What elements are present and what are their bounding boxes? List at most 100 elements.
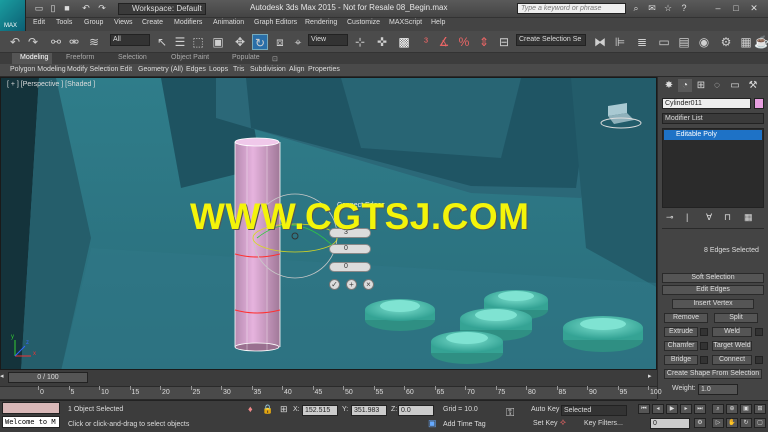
tab-selection[interactable]: Selection [118,54,147,61]
time-slider-track[interactable] [0,370,657,386]
material-editor-icon[interactable]: ◉ [696,34,712,50]
ribbon-polygon-modeling[interactable]: Polygon Modeling [10,66,66,73]
window-crossing-icon[interactable]: ▣ [210,34,226,50]
connect-button[interactable]: Connect [712,355,752,365]
tab-populate[interactable]: Populate [232,54,260,61]
caddy-pinch-field[interactable]: 0 [329,244,371,254]
hierarchy-tab-icon[interactable]: ⊞ [694,79,708,92]
subscription-icon[interactable]: ✉ [646,3,658,14]
tab-object-paint[interactable]: Object Paint [171,54,209,61]
extrude-settings-icon[interactable] [700,328,708,336]
binoculars-icon[interactable]: ⌕ [630,3,642,14]
pin-stack-icon[interactable]: ⊸ [666,212,674,223]
configure-sets-icon[interactable]: ▦ [744,212,753,223]
prev-frame-icon[interactable]: ◂ [0,372,7,383]
x-coord-field[interactable]: 152.515 [302,405,338,416]
caddy-apply-icon[interactable]: + [346,279,357,290]
menu-views[interactable]: Views [114,19,133,26]
motion-tab-icon[interactable]: ◌ [710,79,724,92]
undo-tool-icon[interactable]: ↶ [7,34,23,50]
select-place-icon[interactable]: ⌖ [290,34,306,50]
add-time-tag-button[interactable]: Add Time Tag [443,421,486,428]
caddy-slide-field[interactable]: 0 [329,262,371,272]
menu-animation[interactable]: Animation [213,19,244,26]
menu-edit[interactable]: Edit [33,19,45,26]
key-icon[interactable]: ⚿ [506,407,514,420]
ribbon-properties[interactable]: Properties [308,66,340,73]
zoom-all-icon[interactable]: ⊕ [726,404,738,414]
weight-spinner[interactable]: 1.0 [698,384,738,395]
orbit-icon[interactable]: ↻ [740,418,752,428]
layer-manager-icon[interactable]: ≣ [634,34,650,50]
move-icon[interactable]: ✥ [232,34,248,50]
menu-help[interactable]: Help [431,19,445,26]
key-mode-dropdown[interactable]: Selected [561,405,627,416]
goto-end-icon[interactable]: ⏭ [694,404,706,414]
minimize-icon[interactable]: – [712,3,724,14]
ribbon-loops[interactable]: Loops [209,66,228,73]
create-shape-button[interactable]: Create Shape From Selection [664,369,762,379]
save-file-icon[interactable]: ■ [61,3,73,14]
isolate-icon[interactable]: ♦ [248,404,253,414]
communication-icon[interactable]: ☆ [662,3,674,14]
menu-rendering[interactable]: Rendering [305,19,337,26]
menu-tools[interactable]: Tools [56,19,72,26]
next-key-icon[interactable]: ▸ [680,404,692,414]
snaps-toggle-icon[interactable]: ³ [418,34,434,50]
auto-key-button[interactable]: Auto Key [531,406,559,413]
new-file-icon[interactable]: ▭ [33,3,45,14]
pan-icon[interactable]: ✋ [726,418,738,428]
insert-vertex-button[interactable]: Insert Vertex [672,299,754,309]
mirror-icon[interactable]: ⧓ [592,34,608,50]
connect-settings-icon[interactable] [755,356,763,364]
bridge-button[interactable]: Bridge [664,355,698,365]
percent-snap-icon[interactable]: % [456,34,472,50]
goto-start-icon[interactable]: ⏮ [638,404,650,414]
create-tab-icon[interactable]: ✸ [662,79,676,92]
menu-group[interactable]: Group [84,19,103,26]
stack-item-editable-poly[interactable]: Editable Poly [664,130,762,140]
y-coord-field[interactable]: 351.983 [351,405,387,416]
ribbon-tris[interactable]: Tris [233,66,244,73]
align-icon[interactable]: ⊫ [612,34,628,50]
pivot-center-icon[interactable]: ⊹ [352,34,368,50]
select-by-name-icon[interactable]: ☰ [172,34,188,50]
ribbon-minimize-icon[interactable]: ⊡ [272,55,278,63]
maxscript-listener[interactable]: Welcome to M [2,416,60,428]
bind-spacewarp-icon[interactable]: ≋ [86,34,102,50]
time-slider[interactable]: 0 / 100 [8,372,88,383]
curve-editor-icon[interactable]: ▤ [676,34,692,50]
absolute-mode-icon[interactable]: ⊞ [280,404,288,415]
z-coord-field[interactable]: 0.0 [398,405,434,416]
time-config-icon[interactable]: ⚙ [694,418,706,428]
maximize-icon[interactable]: □ [730,3,742,14]
ribbon-subdivision[interactable]: Subdivision [250,66,286,73]
selection-filter-dropdown[interactable]: All [110,34,150,46]
caddy-ok-icon[interactable]: ✓ [329,279,340,290]
modify-tab-icon[interactable]: ◔ [678,79,692,92]
angle-snap-icon[interactable]: ∡ [436,34,452,50]
utilities-tab-icon[interactable]: ⚒ [746,79,760,92]
extrude-button[interactable]: Extrude [664,327,698,337]
close-icon[interactable]: ✕ [748,3,760,14]
render-production-icon[interactable]: ☕ [754,34,768,50]
current-frame-field[interactable]: 0 [650,418,690,429]
undo-icon[interactable]: ↶ [80,3,92,14]
menu-maxscript[interactable]: MAXScript [389,19,422,26]
ribbon-geometry-all[interactable]: Geometry (All) [138,66,183,73]
redo-tool-icon[interactable]: ↷ [25,34,41,50]
split-button[interactable]: Split [714,313,758,323]
app-menu-button[interactable]: MAX [0,0,26,31]
field-of-view-icon[interactable]: ▷ [712,418,724,428]
chamfer-button[interactable]: Chamfer [664,341,698,351]
maximize-viewport-icon[interactable]: ▢ [754,418,766,428]
caddy-cancel-icon[interactable]: × [363,279,374,290]
workspace-dropdown[interactable]: Workspace: Default [118,3,206,15]
bridge-settings-icon[interactable] [700,356,708,364]
object-color-swatch[interactable] [754,98,764,109]
weld-button[interactable]: Weld [712,327,752,337]
maxscript-listener-bar[interactable] [2,402,60,414]
zoom-extents-icon[interactable]: ▣ [740,404,752,414]
rendered-frame-icon[interactable]: ▦ [738,34,754,50]
key-filters-icon[interactable]: ⟡ [560,417,566,428]
